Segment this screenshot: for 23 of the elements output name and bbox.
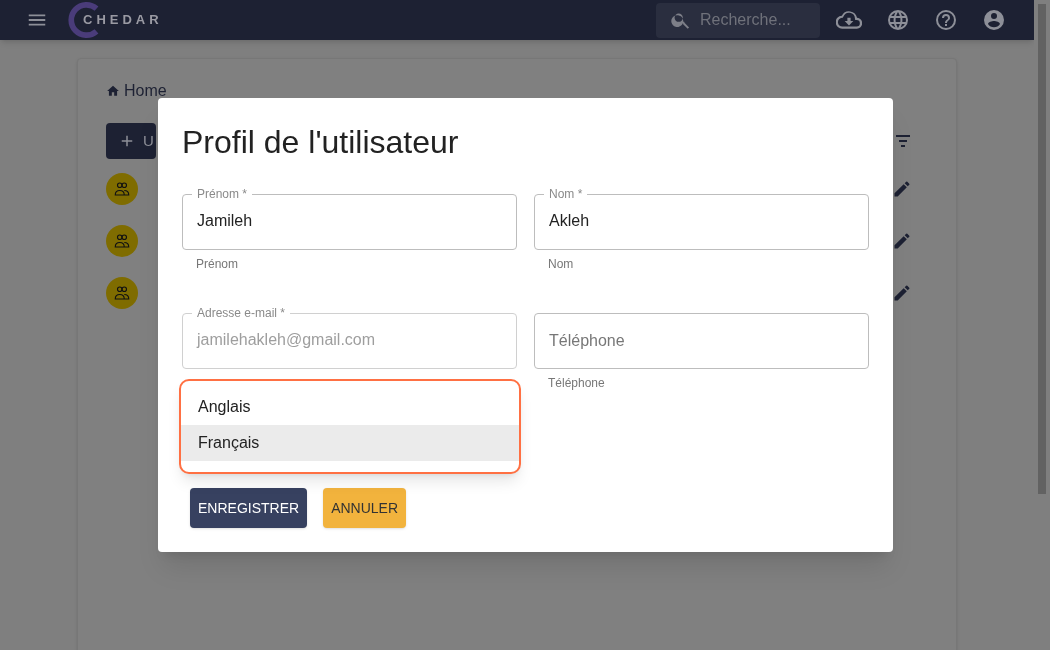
menu-item[interactable]: Anglais [181,389,519,425]
text-field[interactable]: Téléphone [534,313,869,369]
helper-text: Téléphone [548,375,605,392]
breadcrumb-link[interactable]: Home [124,79,167,103]
text-field[interactable]: Nom * Akleh [534,187,869,250]
add-user-button[interactable]: U [106,123,156,159]
field-label: Nom * [548,187,584,201]
field-placeholder: Téléphone [549,331,625,351]
field-value: jamilehakleh@gmail.com [197,330,376,350]
helper-text: Nom [548,256,574,273]
logo[interactable]: CHEDAR [68,0,163,40]
text-field[interactable]: Prénom * Jamileh [182,187,517,250]
logo-text: CHEDAR [83,11,163,30]
dialog-title: Profil de l'utilisateur [182,123,460,162]
helper-text: Prénom [196,256,239,273]
menu-item[interactable]: Français [181,425,519,461]
search-placeholder: Recherche... [700,10,791,30]
field-value: Akleh [549,211,590,231]
cancel-button[interactable]: ANNULER [323,488,407,528]
field-label: Prénom * [196,187,249,201]
save-button[interactable]: ENREGISTRER [190,488,308,528]
field-label: Adresse e-mail * [196,306,287,320]
field-value: Jamileh [197,211,253,231]
